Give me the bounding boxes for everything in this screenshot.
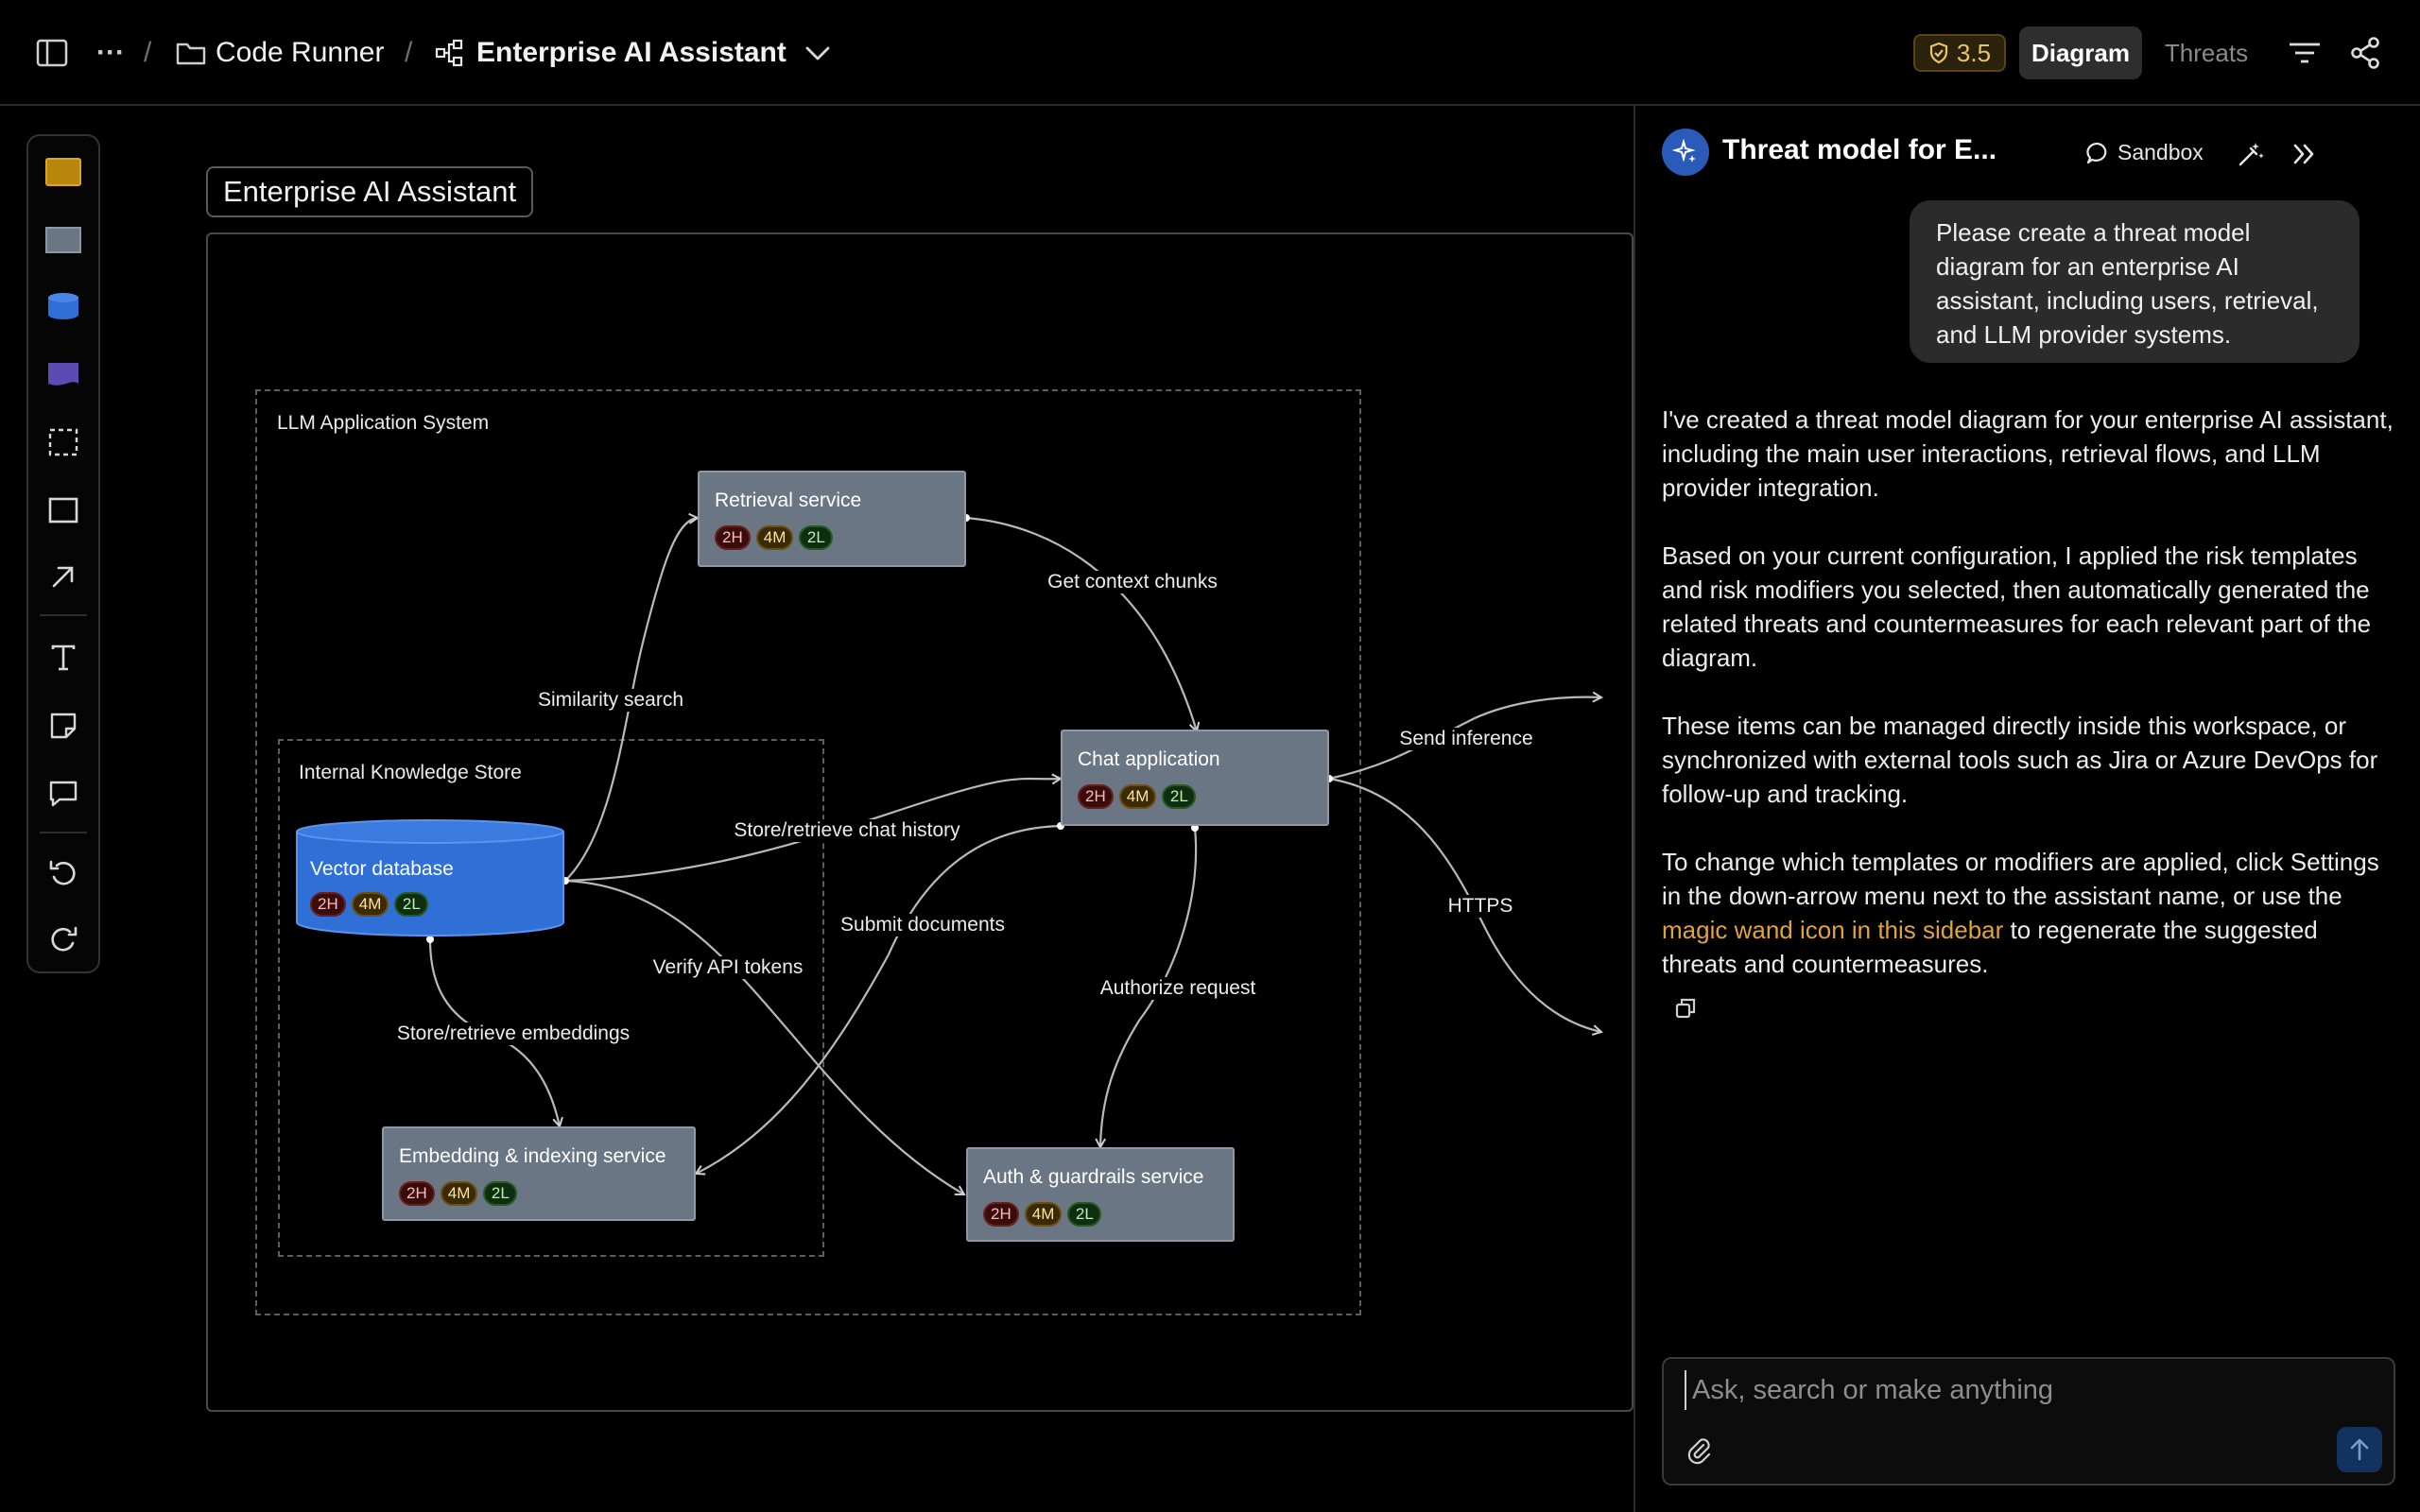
edge-label[interactable]: Get context chunks bbox=[1044, 571, 1221, 593]
low-risk-badge[interactable]: 2L bbox=[1162, 784, 1197, 809]
medium-risk-badge[interactable]: 4M bbox=[351, 892, 389, 917]
edge-label[interactable]: Authorize request bbox=[1096, 977, 1260, 1000]
sandbox-button[interactable]: Sandbox bbox=[2085, 140, 2204, 165]
node-title: Embedding & indexing service bbox=[399, 1145, 666, 1167]
send-button[interactable] bbox=[2337, 1427, 2382, 1472]
node-title: Vector database bbox=[310, 858, 454, 880]
edge-get-context-chunks[interactable] bbox=[965, 516, 1197, 731]
assistant-message: I've created a threat model diagram for … bbox=[1662, 403, 2399, 1015]
chat-title[interactable]: Threat model for E... bbox=[1722, 134, 1996, 166]
high-risk-badge[interactable]: 2H bbox=[399, 1181, 435, 1206]
edge-label[interactable]: HTTPS bbox=[1443, 895, 1517, 918]
high-risk-badge[interactable]: 2H bbox=[983, 1202, 1019, 1227]
collapse-panel-icon[interactable] bbox=[2290, 140, 2318, 173]
medium-risk-badge[interactable]: 4M bbox=[440, 1181, 478, 1206]
assistant-panel: Threat model for E... Sandbox Please cre… bbox=[1634, 106, 2420, 1512]
sandbox-label: Sandbox bbox=[2118, 140, 2204, 164]
magic-wand-icon[interactable] bbox=[2237, 140, 2265, 173]
chat-input[interactable] bbox=[1685, 1370, 2356, 1410]
high-risk-badge[interactable]: 2H bbox=[1078, 784, 1114, 809]
assistant-paragraph: I've created a threat model diagram for … bbox=[1662, 405, 2394, 502]
paperclip-icon[interactable] bbox=[1686, 1436, 1713, 1469]
edge-label[interactable]: Send inference bbox=[1395, 728, 1537, 750]
high-risk-badge[interactable]: 2H bbox=[715, 525, 751, 550]
sparkle-icon bbox=[1662, 129, 1709, 176]
low-risk-badge[interactable]: 2L bbox=[483, 1181, 518, 1206]
chat-bubble-icon bbox=[2086, 142, 2107, 163]
medium-risk-badge[interactable]: 4M bbox=[1118, 784, 1157, 809]
edge-label[interactable]: Similarity search bbox=[533, 689, 688, 712]
medium-risk-badge[interactable]: 4M bbox=[1024, 1202, 1063, 1227]
edge-label[interactable]: Store/retrieve embeddings bbox=[392, 1022, 634, 1045]
assistant-paragraph: These items can be managed directly insi… bbox=[1662, 712, 2378, 808]
node-embedding-indexing-service[interactable]: Embedding & indexing service 2H 4M 2L bbox=[382, 1126, 696, 1221]
assistant-paragraph: Based on your current configuration, I a… bbox=[1662, 541, 2372, 672]
node-title: Chat application bbox=[1078, 748, 1220, 770]
edge-label[interactable]: Verify API tokens bbox=[648, 956, 807, 979]
medium-risk-badge[interactable]: 4M bbox=[755, 525, 794, 550]
high-risk-badge[interactable]: 2H bbox=[310, 892, 346, 917]
node-chat-application[interactable]: Chat application 2H 4M 2L bbox=[1061, 730, 1329, 826]
magic-wand-link[interactable]: magic wand icon in this sidebar bbox=[1662, 916, 2003, 944]
edge-submit-documents[interactable] bbox=[696, 824, 1062, 1174]
node-vector-database[interactable]: Vector database 2H 4M 2L bbox=[295, 818, 565, 939]
low-risk-badge[interactable]: 2L bbox=[799, 525, 834, 550]
user-message: Please create a threat model diagram for… bbox=[1910, 200, 2360, 363]
edge-label[interactable]: Submit documents bbox=[837, 914, 1009, 936]
node-auth-guardrails-service[interactable]: Auth & guardrails service 2H 4M 2L bbox=[966, 1147, 1235, 1242]
node-title: Retrieval service bbox=[715, 490, 862, 511]
copy-icon[interactable] bbox=[1673, 996, 1698, 1025]
arrow-up-icon bbox=[2350, 1438, 2369, 1461]
edge-label[interactable]: Store/retrieve chat history bbox=[730, 819, 964, 842]
assistant-paragraph: To change which templates or modifiers a… bbox=[1662, 845, 2399, 981]
assistant-text: To change which templates or modifiers a… bbox=[1662, 848, 2379, 910]
node-retrieval-service[interactable]: Retrieval service 2H 4M 2L bbox=[698, 471, 966, 567]
low-risk-badge[interactable]: 2L bbox=[1067, 1202, 1102, 1227]
node-title: Auth & guardrails service bbox=[983, 1166, 1204, 1188]
chat-composer bbox=[1662, 1357, 2395, 1486]
low-risk-badge[interactable]: 2L bbox=[394, 892, 429, 917]
